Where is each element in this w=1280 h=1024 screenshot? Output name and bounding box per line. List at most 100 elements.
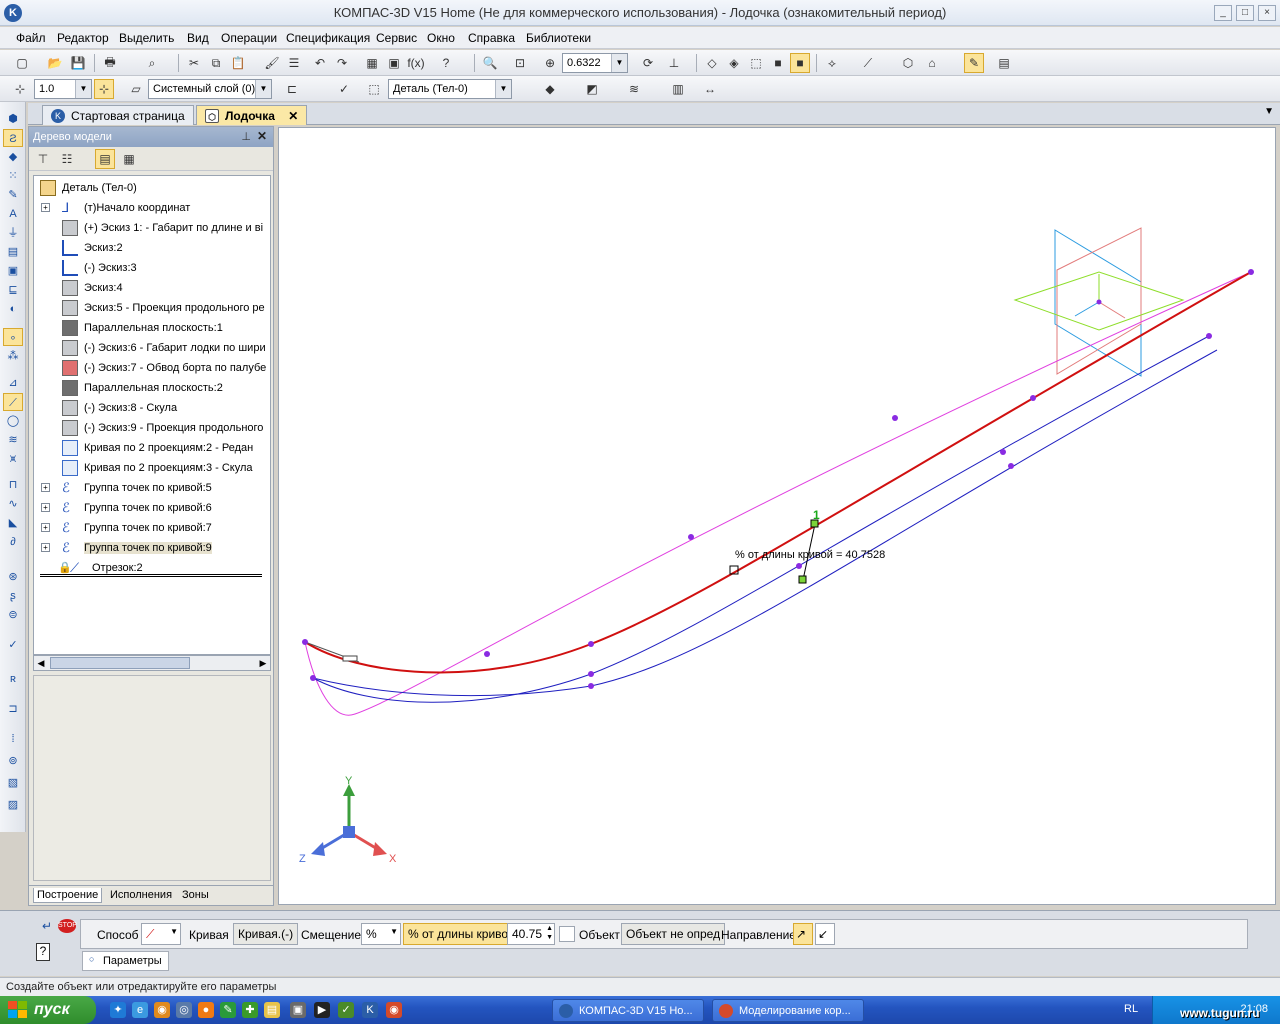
menu-specification[interactable]: Спецификация — [286, 31, 370, 45]
point[interactable] — [588, 671, 594, 677]
new-file-icon[interactable]: ▢ — [12, 53, 32, 73]
coordinate-icon[interactable]: ⊹ — [10, 79, 30, 99]
magenta-curve[interactable] — [304, 271, 1252, 716]
point[interactable] — [484, 651, 490, 657]
percent-input[interactable]: 40.75 ▲ ▼ — [507, 923, 555, 945]
point-handle[interactable] — [798, 575, 807, 584]
expand-icon[interactable]: + — [41, 523, 50, 532]
part-combo[interactable]: Деталь (Тел-0) ▼ — [388, 79, 512, 99]
edit-icon[interactable]: ✓ — [338, 1002, 354, 1018]
tree-item[interactable]: Эскиз:2 — [34, 238, 270, 258]
tree-item[interactable]: + ⅃ (т)Начало координат — [34, 198, 270, 218]
point-icon[interactable]: ∘ — [3, 328, 23, 346]
zoom-scale-icon[interactable]: ⊕ — [540, 53, 560, 73]
redo-icon[interactable]: ↷ — [332, 53, 352, 73]
scroll-left-icon[interactable]: ◀ — [34, 656, 48, 670]
point[interactable] — [892, 415, 898, 421]
tree-item[interactable]: Эскиз:4 — [34, 278, 270, 298]
expand-icon[interactable]: + — [41, 483, 50, 492]
point-on-curve-icon[interactable]: ⊿ — [3, 374, 23, 392]
expand-icon[interactable]: + — [41, 203, 50, 212]
menu-view[interactable]: Вид — [187, 31, 209, 45]
help-icon[interactable]: ? — [36, 943, 50, 961]
menu-file[interactable]: Файл — [16, 31, 46, 45]
object-checkbox[interactable] — [559, 926, 575, 942]
tree-item[interactable]: Эскиз:5 - Проекция продольного ре — [34, 298, 270, 318]
open-folder-icon[interactable]: 📂 — [45, 53, 65, 73]
point[interactable] — [588, 641, 594, 647]
zoom-all-icon[interactable]: ⊡ — [510, 53, 530, 73]
tree-item[interactable]: (-) Эскиз:8 - Скула — [34, 398, 270, 418]
blue-curve-2[interactable] — [312, 349, 1218, 697]
menu-editor[interactable]: Редактор — [57, 31, 109, 45]
copy-icon[interactable]: ⧉ — [206, 53, 226, 73]
step-combo[interactable]: 1.0 ▼ — [34, 79, 92, 99]
chrome-icon[interactable]: ◉ — [386, 1002, 402, 1018]
pin-icon[interactable]: ⊥ — [241, 130, 251, 143]
tree-sort-icon[interactable]: ☷ — [57, 149, 77, 169]
sketch-icon[interactable]: ⊏ — [282, 79, 302, 99]
tree-structure-icon[interactable]: ⊤ — [33, 149, 53, 169]
tree-item[interactable]: + ℰ Группа точек по кривой:5 — [34, 478, 270, 498]
editing-icon[interactable]: ⬢ — [3, 110, 23, 128]
tab-zones[interactable]: Зоны — [179, 888, 212, 902]
utility-icon[interactable]: ✚ — [242, 1002, 258, 1018]
spatial-curves-icon[interactable]: Ƨ — [3, 129, 23, 147]
scroll-thumb[interactable] — [50, 657, 190, 669]
app-icon[interactable]: ◎ — [176, 1002, 192, 1018]
aux-geometry-icon[interactable]: ✎ — [3, 186, 23, 204]
tree-item[interactable]: (-) Эскиз:3 — [34, 258, 270, 278]
undo-icon[interactable]: ↶ — [310, 53, 330, 73]
tree-filter-icon[interactable]: ▦ — [119, 149, 139, 169]
point[interactable] — [1206, 333, 1212, 339]
close-button[interactable]: × — [1258, 5, 1276, 21]
archive-icon[interactable]: ▣ — [290, 1002, 306, 1018]
task-kompas[interactable]: КОМПАС-3D V15 Ho... — [552, 999, 704, 1022]
tool-icon[interactable]: ✎ — [220, 1002, 236, 1018]
grid-snap-icon[interactable]: ⊹ — [94, 79, 114, 99]
menu-window[interactable]: Окно — [427, 31, 455, 45]
point[interactable] — [1248, 269, 1254, 275]
tree-view-icon[interactable]: ▤ — [95, 149, 115, 169]
point[interactable] — [302, 639, 308, 645]
firefox-icon[interactable]: ● — [198, 1002, 214, 1018]
zoom-combo[interactable]: 0.6322 ▼ — [562, 53, 628, 73]
style-icon[interactable]: ≋ — [624, 79, 644, 99]
language-indicator[interactable]: RL — [1124, 1003, 1138, 1015]
tree-item[interactable]: Кривая по 2 проекциям:3 - Скула — [34, 458, 270, 478]
menu-service[interactable]: Сервис — [376, 31, 417, 45]
player-icon[interactable]: ▶ — [314, 1002, 330, 1018]
maximize-button[interactable]: □ — [1236, 5, 1254, 21]
method-select[interactable]: ⟋ ▼ — [141, 923, 181, 945]
extend-curve-icon[interactable]: ▧ — [3, 774, 23, 792]
model-canvas[interactable]: 1 % от длины кривой = 40.7528 Y X Z — [279, 128, 1275, 904]
projection-icon[interactable]: ⊐ — [3, 700, 23, 718]
scroll-right-icon[interactable]: ▶ — [256, 656, 270, 670]
surfaces-icon[interactable]: ◆ — [3, 148, 23, 166]
filter-icon[interactable]: ⌂ — [922, 53, 942, 73]
properties-icon[interactable]: ☰ — [284, 53, 304, 73]
task-browser[interactable]: Моделирование кор... — [712, 999, 864, 1022]
helix-icon[interactable]: ⊛ — [3, 568, 23, 586]
zoom-window-icon[interactable]: 🔍 — [480, 53, 500, 73]
tree-item[interactable]: + ℰ Группа точек по кривой:7 — [34, 518, 270, 538]
tab-start-page[interactable]: K Стартовая страница — [42, 105, 194, 125]
close-icon[interactable]: ✕ — [257, 129, 267, 143]
elements-icon[interactable]: ⊑ — [3, 281, 23, 299]
direction-reverse-icon[interactable]: ↙ — [815, 923, 835, 945]
tab-construction[interactable]: Построение — [33, 888, 103, 903]
section-icon[interactable]: ⟋ — [858, 53, 878, 73]
tree-item[interactable]: (-) Эскиз:7 - Обвод борта по палубе — [34, 358, 270, 378]
red-curve[interactable] — [304, 271, 1252, 674]
format-painter-icon[interactable]: 🖌 — [262, 53, 282, 73]
minimize-button[interactable]: _ — [1214, 5, 1232, 21]
snap-icon[interactable]: ✎ — [964, 53, 984, 73]
wireframe-icon[interactable]: ◇ — [702, 53, 722, 73]
reports-icon[interactable]: ▣ — [3, 262, 23, 280]
save-icon[interactable]: 💾 — [68, 53, 88, 73]
layer-combo[interactable]: Системный слой (0) ▼ — [148, 79, 272, 99]
tree-item[interactable]: (-) Эскиз:9 - Проекция продольного — [34, 418, 270, 438]
curve-by-proj-icon[interactable]: ʂ — [3, 587, 23, 605]
spinner-icon[interactable]: ▲ ▼ — [546, 924, 553, 942]
kompas-icon[interactable]: K — [362, 1002, 378, 1018]
